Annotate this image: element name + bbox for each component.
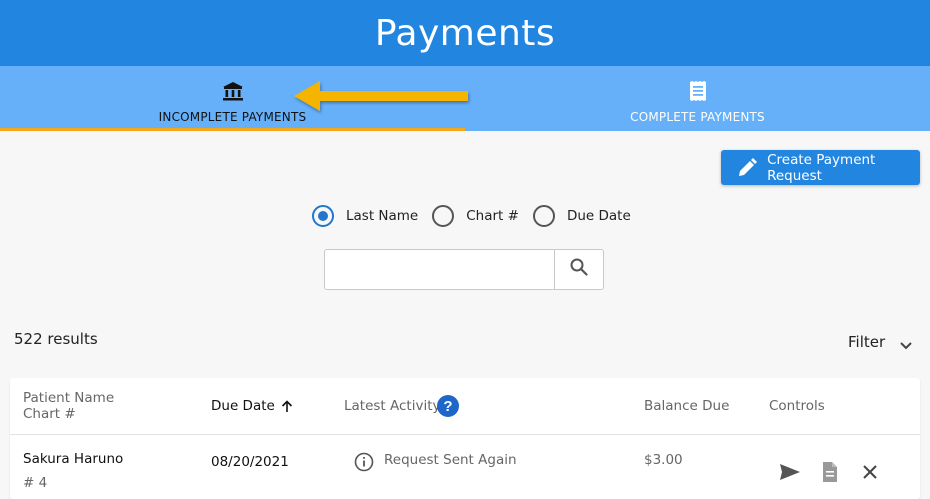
payments-table: Patient Name Chart # Due Date Latest Act…	[10, 378, 920, 499]
send-icon[interactable]	[778, 460, 802, 484]
create-payment-request-button[interactable]: Create Payment Request	[721, 150, 920, 185]
bank-icon	[221, 80, 245, 102]
radio-label: Due Date	[566, 208, 631, 224]
chevron-down-icon	[899, 337, 913, 350]
arrow-left-icon	[294, 81, 468, 111]
radio-label: Chart #	[466, 208, 519, 224]
radio-button[interactable]	[432, 205, 455, 227]
search-icon	[570, 258, 588, 281]
filter-label: Filter	[848, 333, 886, 351]
arrow-up-icon	[281, 399, 293, 413]
receipt-icon	[686, 80, 710, 102]
radio-chart-number[interactable]: Chart #	[432, 205, 519, 227]
column-header-latest-activity: Latest Activity	[344, 398, 441, 414]
close-icon[interactable]	[858, 460, 882, 484]
info-icon	[354, 452, 374, 477]
column-header-chart: Chart #	[23, 406, 76, 422]
column-header-due-date[interactable]: Due Date	[211, 398, 293, 414]
due-date: 08/20/2021	[211, 454, 289, 470]
header-divider	[10, 434, 920, 435]
column-header-label: Due Date	[211, 398, 275, 414]
pencil-icon	[737, 157, 757, 179]
patient-name: Sakura Haruno	[23, 451, 124, 467]
radio-last-name[interactable]: Last Name	[312, 205, 418, 227]
radio-label: Last Name	[346, 208, 419, 224]
column-header-controls: Controls	[769, 398, 825, 414]
tab-complete-payments[interactable]: COMPLETE PAYMENTS	[465, 66, 930, 131]
page-title: Payments	[374, 12, 556, 54]
column-header-patient-name: Patient Name	[23, 390, 115, 406]
latest-activity: Request Sent Again	[384, 452, 517, 468]
filter-toggle[interactable]: Filter	[848, 333, 913, 351]
balance-due: $3.00	[644, 452, 683, 468]
tab-label: COMPLETE PAYMENTS	[630, 110, 765, 124]
radio-due-date[interactable]: Due Date	[532, 205, 631, 227]
chart-number: # 4	[23, 475, 48, 491]
search-button[interactable]	[554, 250, 603, 289]
radio-button-checked[interactable]	[312, 205, 334, 227]
column-header-balance-due: Balance Due	[644, 398, 730, 414]
radio-button[interactable]	[532, 205, 555, 227]
tab-label: INCOMPLETE PAYMENTS	[158, 110, 307, 124]
help-icon[interactable]: ?	[437, 395, 459, 417]
app-header: Payments	[0, 0, 930, 66]
search-input[interactable]	[325, 250, 554, 289]
search-by-options: Last Name Chart # Due Date	[312, 205, 645, 227]
results-count: 522 results	[14, 330, 98, 348]
create-button-label: Create Payment Request	[767, 151, 876, 184]
document-icon[interactable]	[818, 460, 842, 484]
search-box	[324, 249, 604, 290]
